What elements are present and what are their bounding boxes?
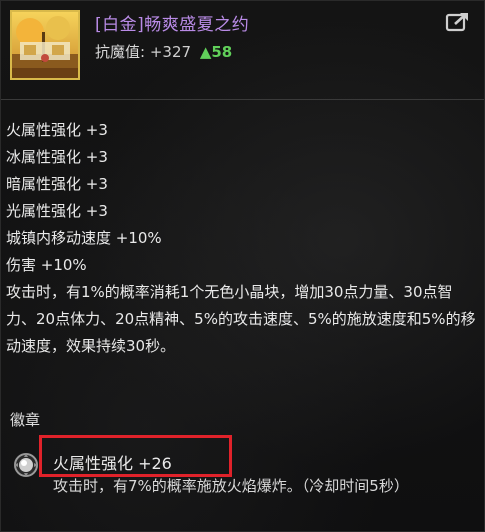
stat-label: 抗魔值: xyxy=(95,43,146,61)
emblem-section-title: 徽章 xyxy=(10,411,41,429)
item-title: [白金]畅爽盛夏之约 xyxy=(95,15,250,35)
defense-stat: 抗魔值: +327 ▲58 xyxy=(95,41,232,62)
attribute-line: 火属性强化 +3 xyxy=(6,121,108,139)
attribute-line: 光属性强化 +3 xyxy=(6,202,108,220)
up-arrow-icon: ▲ xyxy=(199,43,212,61)
stat-value: +327 xyxy=(149,43,192,61)
emblem-description: 攻击时，有7%的概率施放火焰爆炸。（冷却时间5秒） xyxy=(53,477,409,495)
item-tooltip: [白金]畅爽盛夏之约 抗魔值: +327 ▲58 火属性强化 +3 冰属性强化 … xyxy=(0,0,485,532)
share-arrow-icon xyxy=(445,13,468,32)
emblem-gem-icon[interactable] xyxy=(13,452,39,478)
gem-icon xyxy=(14,453,38,477)
header-divider xyxy=(1,99,484,100)
attribute-line: 冰属性强化 +3 xyxy=(6,148,108,166)
share-button[interactable] xyxy=(444,9,474,35)
attribute-list: 火属性强化 +3 冰属性强化 +3 暗属性强化 +3 光属性强化 +3 城镇内移… xyxy=(6,117,476,360)
attribute-line: 城镇内移动速度 +10% xyxy=(6,229,162,247)
attribute-line: 伤害 +10% xyxy=(6,256,87,274)
stat-delta-value: 58 xyxy=(211,43,233,61)
item-icon[interactable] xyxy=(10,10,80,80)
summer-scene-icon xyxy=(12,12,78,78)
highlight-annotation xyxy=(39,435,232,477)
effect-description: 攻击时，有1%的概率消耗1个无色小晶块，增加30点力量、30点智力、20点体力、… xyxy=(6,283,476,355)
attribute-line: 暗属性强化 +3 xyxy=(6,175,108,193)
stat-delta: ▲58 xyxy=(200,43,232,61)
